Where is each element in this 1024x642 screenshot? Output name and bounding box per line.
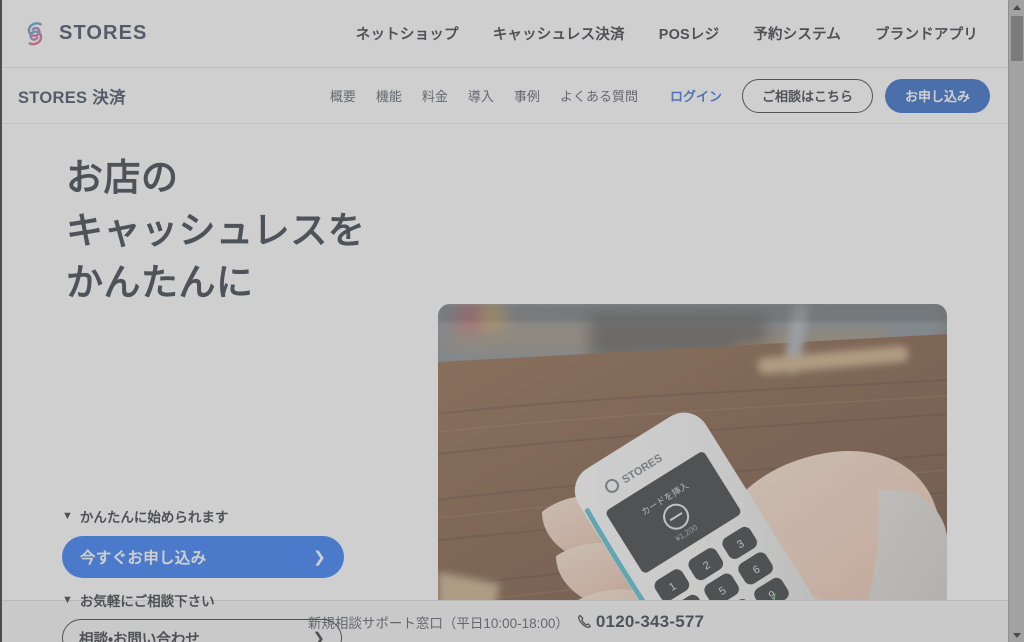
login-link[interactable]: ログイン <box>670 86 722 105</box>
triangle-down-icon: ▼ <box>62 509 73 522</box>
secondary-cta-block: ▼ お気軽にご相談下さい 相談・お問い合わせ ❯ <box>62 590 342 642</box>
nav-item-brandapp[interactable]: ブランドアプリ <box>875 23 978 44</box>
product-nav-actions: ご相談はこちら お申し込み <box>741 78 990 113</box>
stores-brand-home-link[interactable]: STORES <box>20 19 147 49</box>
secondary-cta-label: お気軽にご相談下さい <box>79 594 215 609</box>
browser-page-viewport: STORES ネットショップ キャッシュレス決済 POSレジ 予約システム ブラ… <box>0 0 1008 642</box>
scroll-down-arrow-icon[interactable] <box>1009 628 1024 642</box>
support-phone-number[interactable]: 0120-343-577 <box>596 612 704 632</box>
secondary-cta-label-row: ▼ お気軽にご相談下さい <box>62 590 342 610</box>
hero-heading-line-2: キャッシュレスを <box>66 209 366 251</box>
hero-copy-block: お店の キャッシュレスを かんたんに <box>66 152 406 310</box>
chevron-right-icon: ❯ <box>313 549 326 566</box>
nav-item-cashless[interactable]: キャッシュレス決済 <box>493 23 625 44</box>
scroll-up-arrow-icon[interactable] <box>1009 0 1024 14</box>
subnav-item-overview[interactable]: 概要 <box>330 86 356 105</box>
hero-section: お店の キャッシュレスを かんたんに ▼ かんたんに始められます 今すぐお申し込… <box>2 124 1008 642</box>
subnav-item-features[interactable]: 機能 <box>376 86 402 105</box>
nav-item-netshop[interactable]: ネットショップ <box>356 23 459 44</box>
stores-logo-icon <box>20 19 50 49</box>
primary-cta-label-row: ▼ かんたんに始められます <box>62 506 344 526</box>
vertical-scrollbar[interactable] <box>1008 0 1024 642</box>
phone-icon <box>577 614 592 629</box>
nav-item-reservation[interactable]: 予約システム <box>753 23 841 44</box>
hero-heading-line-3: かんたんに <box>66 262 254 304</box>
hero-heading-line-1: お店の <box>66 157 179 198</box>
apply-button[interactable]: お申し込み <box>884 78 990 113</box>
apply-now-button-label: 今すぐお申し込み <box>80 550 207 567</box>
nav-item-pos[interactable]: POSレジ <box>659 23 720 44</box>
scroll-thumb[interactable] <box>1011 16 1023 61</box>
apply-now-button[interactable]: 今すぐお申し込み ❯ <box>62 536 344 578</box>
subnav-item-introduction[interactable]: 導入 <box>468 86 494 105</box>
consult-button[interactable]: ご相談はこちら <box>741 78 873 113</box>
triangle-down-icon: ▼ <box>62 593 73 606</box>
global-nav-links: ネットショップ キャッシュレス決済 POSレジ 予約システム ブランドアプリ <box>356 23 978 44</box>
stores-wordmark: STORES <box>59 22 148 44</box>
card-reader-photo: STORES カードを挿入 ¥1,200 1 2 3 5 6 9 ✓ <box>438 304 947 642</box>
product-navigation-bar: STORES 決済 概要 機能 料金 導入 事例 よくある質問 ログイン ご相談… <box>2 68 1008 124</box>
contact-inquiry-button-label: 相談・お問い合わせ <box>79 631 200 642</box>
subnav-item-pricing[interactable]: 料金 <box>422 86 448 105</box>
subnav-item-casestudy[interactable]: 事例 <box>514 86 540 105</box>
product-title[interactable]: STORES 決済 <box>18 84 126 108</box>
global-navigation-bar: STORES ネットショップ キャッシュレス決済 POSレジ 予約システム ブラ… <box>2 0 1008 68</box>
chevron-right-icon: ❯ <box>312 630 325 642</box>
support-hours-label: 新規相談サポート窓口（平日10:00-18:00） <box>307 615 569 631</box>
card-reader-photo-illustration: STORES カードを挿入 ¥1,200 123 56 9 ✓ <box>438 304 947 642</box>
contact-inquiry-button[interactable]: 相談・お問い合わせ ❯ <box>62 619 342 642</box>
product-nav-links: 概要 機能 料金 導入 事例 よくある質問 ログイン <box>330 86 726 105</box>
primary-cta-card: ▼ かんたんに始められます 今すぐお申し込み ❯ <box>48 492 358 594</box>
page-title: お店の キャッシュレスを かんたんに <box>66 152 406 310</box>
primary-cta-label: かんたんに始められます <box>79 510 229 525</box>
subnav-item-faq[interactable]: よくある質問 <box>560 86 638 105</box>
